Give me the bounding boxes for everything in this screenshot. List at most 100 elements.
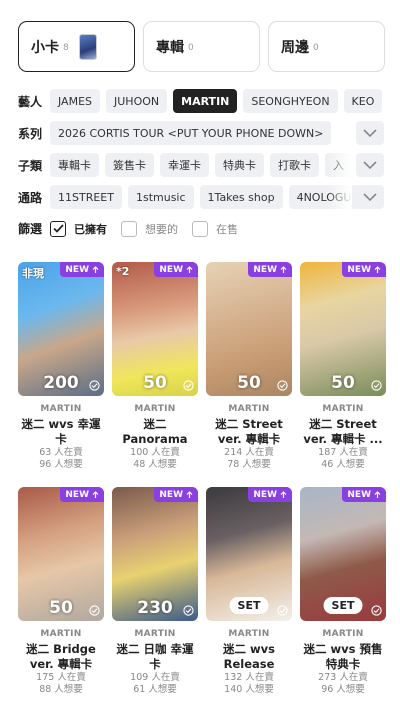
card-title: 迷二 日咖 幸運卡 — [116, 642, 194, 671]
photocard[interactable]: NEW SET MARTIN 迷二 wvs 預售特典卡 273 人在賣 96 人想要 — [300, 487, 386, 700]
new-badge: NEW — [248, 487, 292, 502]
card-grid: NEW 非現 200 MARTIN 迷二 wvs 幸運卡 63 人在賣 96 人想要 NEW *… — [18, 262, 386, 700]
tab-label: 小卡 — [31, 39, 59, 56]
tab-label: 周邊 — [281, 39, 309, 56]
card-artist: MARTIN — [228, 404, 270, 414]
set-badge: SET — [323, 597, 363, 614]
series-expand-button[interactable] — [356, 121, 384, 145]
collection-tabs: 小卡 8 專輯 0 周邊 0 — [18, 21, 385, 72]
card-image[interactable]: NEW 50 — [300, 262, 386, 396]
tab-thumbnail — [78, 33, 97, 60]
new-badge: NEW — [154, 262, 198, 277]
photocard[interactable]: NEW 230 MARTIN 迷二 日咖 幸運卡 109 人在賣 61 人想要 — [112, 487, 198, 700]
chip-channel-1takes[interactable]: 1Takes shop — [199, 185, 283, 209]
photocard[interactable]: NEW 50 MARTIN 迷二 Bridge ver. 專輯卡 175 人在賣 88 人… — [18, 487, 104, 700]
arrow-up-icon — [92, 490, 99, 498]
subtype-expand-button[interactable] — [356, 153, 384, 177]
channel-expand-button[interactable] — [356, 185, 384, 209]
card-wanting-count: 96 人想要 — [321, 684, 365, 695]
photocard[interactable]: NEW 50 MARTIN 迷二 Street ver. 專輯卡 214 人在賣 78 人… — [206, 262, 292, 475]
arrow-up-icon — [280, 490, 287, 498]
tab-albums[interactable]: 專輯 0 — [143, 21, 260, 72]
chip-subtype-broadcast[interactable]: 打歌卡 — [270, 153, 319, 177]
arrow-up-icon — [374, 490, 381, 498]
card-image[interactable]: NEW 非現 200 — [18, 262, 104, 396]
arrow-up-icon — [374, 265, 381, 273]
new-badge: NEW — [342, 262, 386, 277]
chevron-down-icon — [363, 160, 377, 169]
chip-channel-11street[interactable]: 11STREET — [50, 185, 122, 209]
wanted-checkbox[interactable] — [121, 220, 137, 237]
chip-artist-juhoon[interactable]: JUHOON — [106, 89, 168, 113]
on-sale-checkbox[interactable] — [192, 220, 208, 237]
chip-fade — [328, 153, 352, 177]
new-badge: NEW — [60, 487, 104, 502]
card-selling-count: 214 人在賣 — [224, 447, 274, 458]
card-wanting-count: 48 人想要 — [133, 459, 177, 470]
tab-count: 0 — [188, 43, 194, 53]
card-corner-tag: 非現 — [22, 267, 44, 280]
artist-filter-row: 藝人 JAMES JUHOON MARTIN SEONGHYEON KEO — [18, 89, 400, 113]
filter-label: 子類 — [18, 158, 43, 173]
card-image[interactable]: NEW 230 — [112, 487, 198, 621]
chip-fade — [328, 185, 352, 209]
tab-count: 0 — [313, 43, 319, 53]
chevron-down-icon — [363, 128, 377, 137]
chip-artist-james[interactable]: JAMES — [50, 89, 100, 113]
chip-subtype-lucky[interactable]: 幸運卡 — [160, 153, 209, 177]
subtype-filter-row: 子類 專輯卡 簽售卡 幸運卡 特典卡 打歌卡 入 — [18, 153, 400, 177]
check-circle-icon — [277, 380, 288, 391]
photocard[interactable]: NEW 50 MARTIN 迷二 Street ver. 專輯卡 ... 187 人在賣… — [300, 262, 386, 475]
photocard[interactable]: NEW SET MARTIN 迷二 wvs Release Part...132 人在… — [206, 487, 292, 700]
set-badge: SET — [229, 597, 269, 614]
on-sale-label[interactable]: 在售 — [216, 221, 238, 237]
photocard[interactable]: NEW 非現 200 MARTIN 迷二 wvs 幸運卡 63 人在賣 96 人想要 — [18, 262, 104, 475]
chip-series[interactable]: 2026 CORTIS TOUR <PUT YOUR PHONE DOWN> — [50, 121, 332, 145]
chip-artist-martin[interactable]: MARTIN — [173, 89, 238, 113]
card-image[interactable]: NEW SET — [300, 487, 386, 621]
card-wanting-count: 140 人想要 — [224, 684, 274, 695]
wanted-label[interactable]: 想要的 — [145, 221, 178, 237]
chevron-down-icon — [363, 192, 377, 201]
channel-filter-row: 通路 11STREET 1stmusic 1Takes shop 4NOLOGU — [18, 185, 400, 209]
owned-checkbox[interactable] — [50, 220, 66, 237]
card-selling-count: 132 人在賣 — [224, 672, 274, 683]
chip-subtype-signing[interactable]: 簽售卡 — [105, 153, 154, 177]
check-circle-icon — [183, 605, 194, 616]
filter-label: 藝人 — [18, 94, 43, 109]
check-circle-icon — [183, 380, 194, 391]
card-artist: MARTIN — [134, 629, 176, 639]
chip-channel-1stmusic[interactable]: 1stmusic — [127, 185, 194, 209]
card-wanting-count: 78 人想要 — [227, 459, 271, 470]
tab-merch[interactable]: 周邊 0 — [268, 21, 385, 72]
card-selling-count: 187 人在賣 — [318, 447, 368, 458]
chip-artist-seonghyeon[interactable]: SEONGHYEON — [243, 89, 338, 113]
card-image[interactable]: NEW SET — [206, 487, 292, 621]
chip-subtype-album[interactable]: 專輯卡 — [50, 153, 99, 177]
chip-artist-keo[interactable]: KEO — [343, 89, 383, 113]
check-circle-icon — [277, 605, 288, 616]
card-wanting-count: 61 人想要 — [133, 684, 177, 695]
new-badge: NEW — [342, 487, 386, 502]
tab-label: 專輯 — [156, 39, 184, 56]
card-artist: MARTIN — [228, 629, 270, 639]
card-selling-count: 63 人在賣 — [39, 447, 83, 458]
card-selling-count: 273 人在賣 — [318, 672, 368, 683]
card-image[interactable]: NEW *2 50 — [112, 262, 198, 396]
check-circle-icon — [371, 380, 382, 391]
series-filter-row: 系列 2026 CORTIS TOUR <PUT YOUR PHONE DOWN… — [18, 121, 400, 145]
photocard[interactable]: NEW*250MARTIN迷二 Panorama A...100 人在賣48 人… — [112, 262, 198, 475]
owned-label[interactable]: 已擁有 — [74, 221, 107, 237]
card-selling-count: 175 人在賣 — [36, 672, 86, 683]
card-title: 迷二 wvs 預售特典卡 — [303, 642, 383, 671]
card-selling-count: 109 人在賣 — [130, 672, 180, 683]
card-title: 迷二 wvs Release Part... — [223, 642, 275, 671]
check-circle-icon — [89, 380, 100, 391]
filter-label: 通路 — [18, 190, 43, 205]
card-artist: MARTIN — [134, 404, 176, 414]
tab-photocards[interactable]: 小卡 8 — [18, 21, 135, 72]
chip-subtype-benefit[interactable]: 特典卡 — [215, 153, 264, 177]
card-image[interactable]: NEW 50 — [206, 262, 292, 396]
card-image[interactable]: NEW 50 — [18, 487, 104, 621]
filter-label: 系列 — [18, 126, 43, 141]
